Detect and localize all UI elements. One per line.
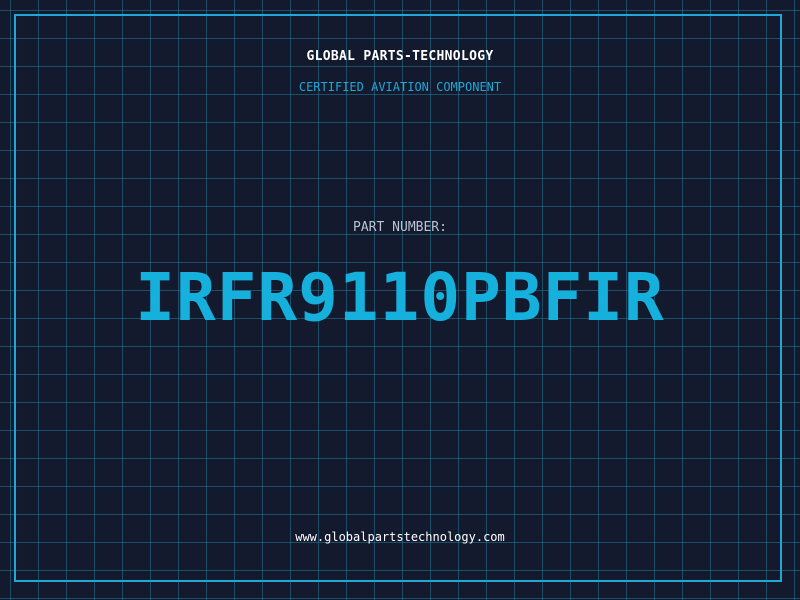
website-url: www.globalpartstechnology.com <box>295 530 505 544</box>
part-card: GLOBAL PARTS-TECHNOLOGY CERTIFIED AVIATI… <box>0 0 800 600</box>
part-number-value: IRFR9110PBFIR <box>135 259 665 336</box>
brand-name: GLOBAL PARTS-TECHNOLOGY <box>306 49 494 64</box>
certification-subtitle: CERTIFIED AVIATION COMPONENT <box>298 80 502 94</box>
part-number-label: PART NUMBER: <box>353 220 447 235</box>
